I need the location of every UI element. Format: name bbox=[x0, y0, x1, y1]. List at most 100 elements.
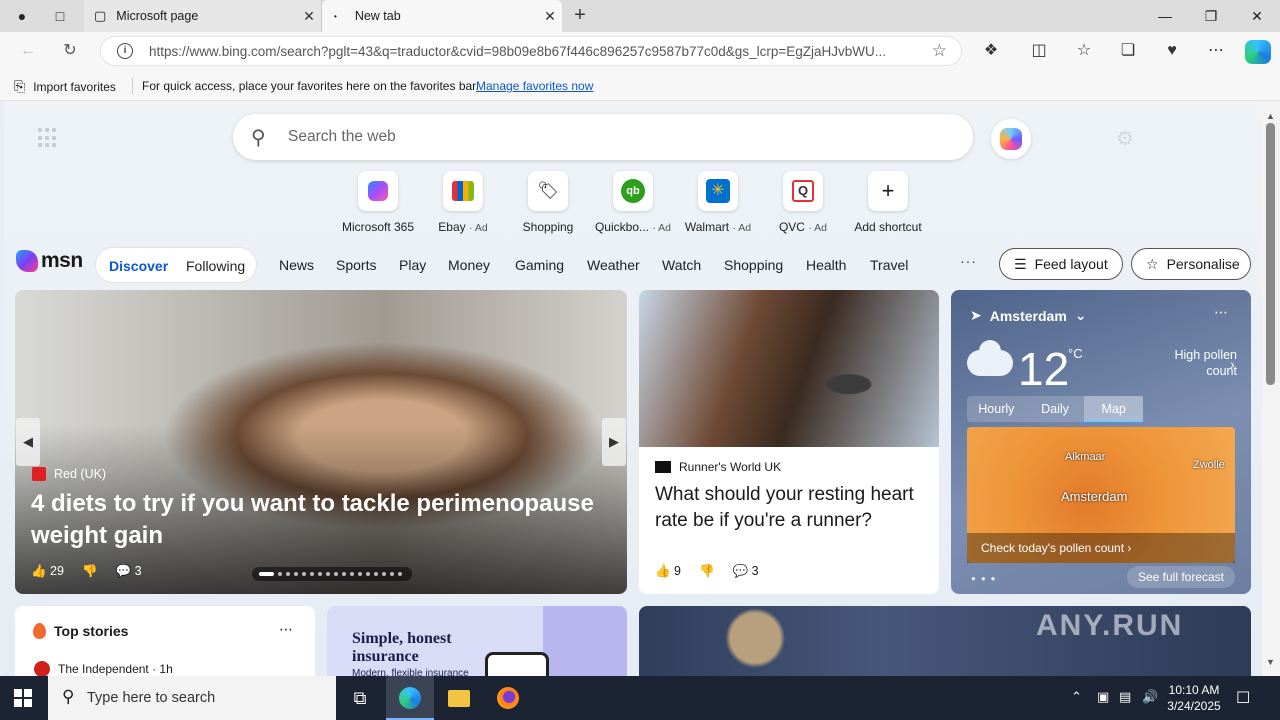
nav-money[interactable]: Money bbox=[448, 257, 490, 273]
favorite-star-icon[interactable]: ☆ bbox=[932, 41, 947, 61]
windows-start-icon[interactable] bbox=[14, 689, 32, 707]
hero-carousel-card[interactable]: ◀ ▶ Red (UK) 4 diets to try if you want … bbox=[15, 290, 627, 594]
weather-more-icon[interactable]: ⋯ bbox=[1214, 304, 1229, 321]
nav-travel[interactable]: Travel bbox=[870, 257, 908, 273]
dislike-icon[interactable]: 👎 bbox=[699, 564, 715, 579]
pollen-map[interactable]: Alkmaar Zwolle Amsterdam Check today's p… bbox=[967, 427, 1235, 563]
tab-map[interactable]: Map bbox=[1084, 396, 1144, 422]
search-icon: ⚲ bbox=[62, 687, 75, 706]
scroll-down-icon[interactable]: ▼ bbox=[1266, 657, 1275, 667]
nav-weather[interactable]: Weather bbox=[587, 257, 640, 273]
url-text[interactable]: https://www.bing.com/search?pglt=43&q=tr… bbox=[149, 44, 921, 59]
nav-sports[interactable]: Sports bbox=[336, 257, 376, 273]
scrollbar-thumb[interactable] bbox=[1266, 123, 1275, 385]
feed-layout-button[interactable]: ☰ Feed layout bbox=[999, 248, 1123, 280]
add-shortcut-button[interactable]: + Add shortcut bbox=[846, 171, 930, 234]
nav-health[interactable]: Health bbox=[806, 257, 846, 273]
search-input[interactable]: Search the web bbox=[288, 128, 396, 146]
close-window-icon[interactable]: ✕ bbox=[1234, 0, 1280, 32]
new-tab-button[interactable]: + bbox=[568, 5, 592, 27]
file-explorer-button[interactable] bbox=[435, 676, 483, 720]
personalise-button[interactable]: ☆ Personalise bbox=[1131, 248, 1251, 280]
network-icon[interactable]: ▤ bbox=[1119, 689, 1131, 705]
insurance-ad-card[interactable]: Simple, honest insurance Modern, flexibl… bbox=[327, 606, 627, 676]
shortcut-microsoft-365[interactable]: Microsoft 365 bbox=[336, 171, 420, 234]
top-stories-more-icon[interactable]: ⋯ bbox=[279, 621, 294, 638]
scroll-up-icon[interactable]: ▲ bbox=[1266, 111, 1275, 121]
shortcut-shopping[interactable]: 🏷 Shopping bbox=[506, 171, 590, 234]
refresh-icon[interactable]: ↻ bbox=[56, 38, 84, 64]
chevron-right-icon[interactable]: › bbox=[1230, 356, 1235, 372]
shortcut-ebay[interactable]: Ebay · Ad bbox=[421, 171, 505, 234]
restore-icon[interactable]: ❐ bbox=[1188, 0, 1234, 32]
settings-more-icon[interactable]: ⋯ bbox=[1204, 40, 1228, 62]
nav-watch[interactable]: Watch bbox=[662, 257, 701, 273]
browser-essentials-icon[interactable]: ♥ bbox=[1160, 40, 1184, 62]
page-scrollbar[interactable]: ▲ ▼ bbox=[1262, 101, 1280, 676]
like-button[interactable]: 👍 9 bbox=[655, 564, 681, 579]
tab-daily[interactable]: Daily bbox=[1026, 396, 1085, 422]
msn-logo[interactable]: msn bbox=[16, 249, 83, 273]
tab-following[interactable]: Following bbox=[186, 258, 245, 274]
nav-more-icon[interactable]: ··· bbox=[960, 253, 977, 269]
like-button[interactable]: 👍 29 bbox=[31, 564, 64, 579]
edge-taskbar-button[interactable] bbox=[386, 676, 434, 720]
hero-headline[interactable]: 4 diets to try if you want to tackle per… bbox=[31, 488, 611, 552]
weather-pager-dots[interactable]: ●●● bbox=[971, 574, 1001, 583]
copilot-icon[interactable] bbox=[1245, 40, 1271, 64]
collections-icon[interactable]: ❏ bbox=[1116, 40, 1140, 62]
carousel-next-icon[interactable]: ▶ bbox=[602, 418, 626, 466]
task-view-icon[interactable]: ⧉ bbox=[336, 676, 384, 720]
nav-news[interactable]: News bbox=[279, 257, 314, 273]
tab-hourly[interactable]: Hourly bbox=[967, 396, 1026, 422]
import-favorites-button[interactable]: ⎘ Import favorites bbox=[14, 78, 116, 95]
pollen-link[interactable]: Check today's pollen count › bbox=[967, 533, 1235, 563]
manage-favorites-link[interactable]: Manage favorites now bbox=[476, 79, 593, 93]
search-box[interactable]: ⚲ Search the web bbox=[233, 114, 973, 160]
taskbar-search[interactable]: ⚲ Type here to search bbox=[48, 676, 336, 720]
extensions-icon[interactable]: ❖ bbox=[979, 40, 1003, 62]
nav-shopping[interactable]: Shopping bbox=[724, 257, 783, 273]
app-launcher-icon[interactable] bbox=[38, 128, 58, 148]
article-card[interactable]: Runner's World UK What should your resti… bbox=[639, 290, 939, 594]
shortcut-walmart[interactable]: ✳ Walmart · Ad bbox=[676, 171, 760, 234]
tab-new-tab[interactable]: • New tab ✕ bbox=[322, 0, 562, 32]
weather-card[interactable]: ➤ Amsterdam ⌄ ⋯ 12 °C High pollen count … bbox=[951, 290, 1251, 594]
volume-icon[interactable]: 🔊 bbox=[1142, 689, 1158, 705]
clock[interactable]: 10:10 AM 3/24/2025 bbox=[1162, 682, 1226, 714]
profile-icon[interactable]: ● bbox=[4, 0, 40, 32]
article-headline[interactable]: What should your resting heart rate be i… bbox=[655, 482, 925, 534]
location-selector[interactable]: ➤ Amsterdam ⌄ bbox=[970, 307, 1087, 324]
taskbar-search-input[interactable]: Type here to search bbox=[87, 690, 215, 706]
chevron-up-icon[interactable]: ⌃ bbox=[1071, 689, 1082, 705]
notifications-icon[interactable]: ☐ bbox=[1236, 688, 1250, 708]
pollen-status[interactable]: High pollen count bbox=[1147, 347, 1237, 379]
nav-gaming[interactable]: Gaming bbox=[515, 257, 564, 273]
split-screen-icon[interactable]: ◫ bbox=[1027, 40, 1051, 62]
comment-button[interactable]: 💬 3 bbox=[116, 564, 142, 579]
see-full-forecast-button[interactable]: See full forecast bbox=[1127, 566, 1235, 588]
shortcut-quickbooks[interactable]: qb Quickbo... · Ad bbox=[591, 171, 675, 234]
address-bar[interactable]: i https://www.bing.com/search?pglt=43&q=… bbox=[100, 36, 962, 66]
tab-actions-icon[interactable]: □ bbox=[40, 0, 80, 32]
shortcut-qvc[interactable]: Q QVC · Ad bbox=[761, 171, 845, 234]
comment-button[interactable]: 💬 3 bbox=[733, 564, 759, 579]
list-item[interactable]: The Independent · 1h bbox=[34, 661, 173, 676]
nav-play[interactable]: Play bbox=[399, 257, 426, 273]
close-tab-icon[interactable]: ✕ bbox=[538, 8, 562, 25]
carousel-indicator[interactable] bbox=[252, 567, 412, 581]
carousel-prev-icon[interactable]: ◀ bbox=[16, 418, 40, 466]
copilot-button[interactable] bbox=[991, 119, 1031, 159]
page-settings-icon[interactable]: ⚙ bbox=[1116, 126, 1134, 151]
tab-microsoft-page[interactable]: ▢ Microsoft page ✕ bbox=[84, 0, 322, 32]
top-stories-card[interactable]: Top stories ⋯ The Independent · 1h bbox=[15, 606, 315, 676]
dislike-icon[interactable]: 👎 bbox=[82, 564, 98, 579]
firefox-button[interactable] bbox=[484, 676, 532, 720]
device-icon[interactable]: ▣ bbox=[1097, 689, 1109, 705]
minimize-icon[interactable]: — bbox=[1142, 0, 1188, 32]
favorites-icon[interactable]: ☆ bbox=[1072, 40, 1096, 62]
tab-discover[interactable]: Discover bbox=[109, 258, 168, 274]
close-tab-icon[interactable]: ✕ bbox=[297, 8, 321, 25]
back-icon[interactable]: ← bbox=[14, 38, 42, 64]
site-info-icon[interactable]: i bbox=[117, 43, 133, 59]
